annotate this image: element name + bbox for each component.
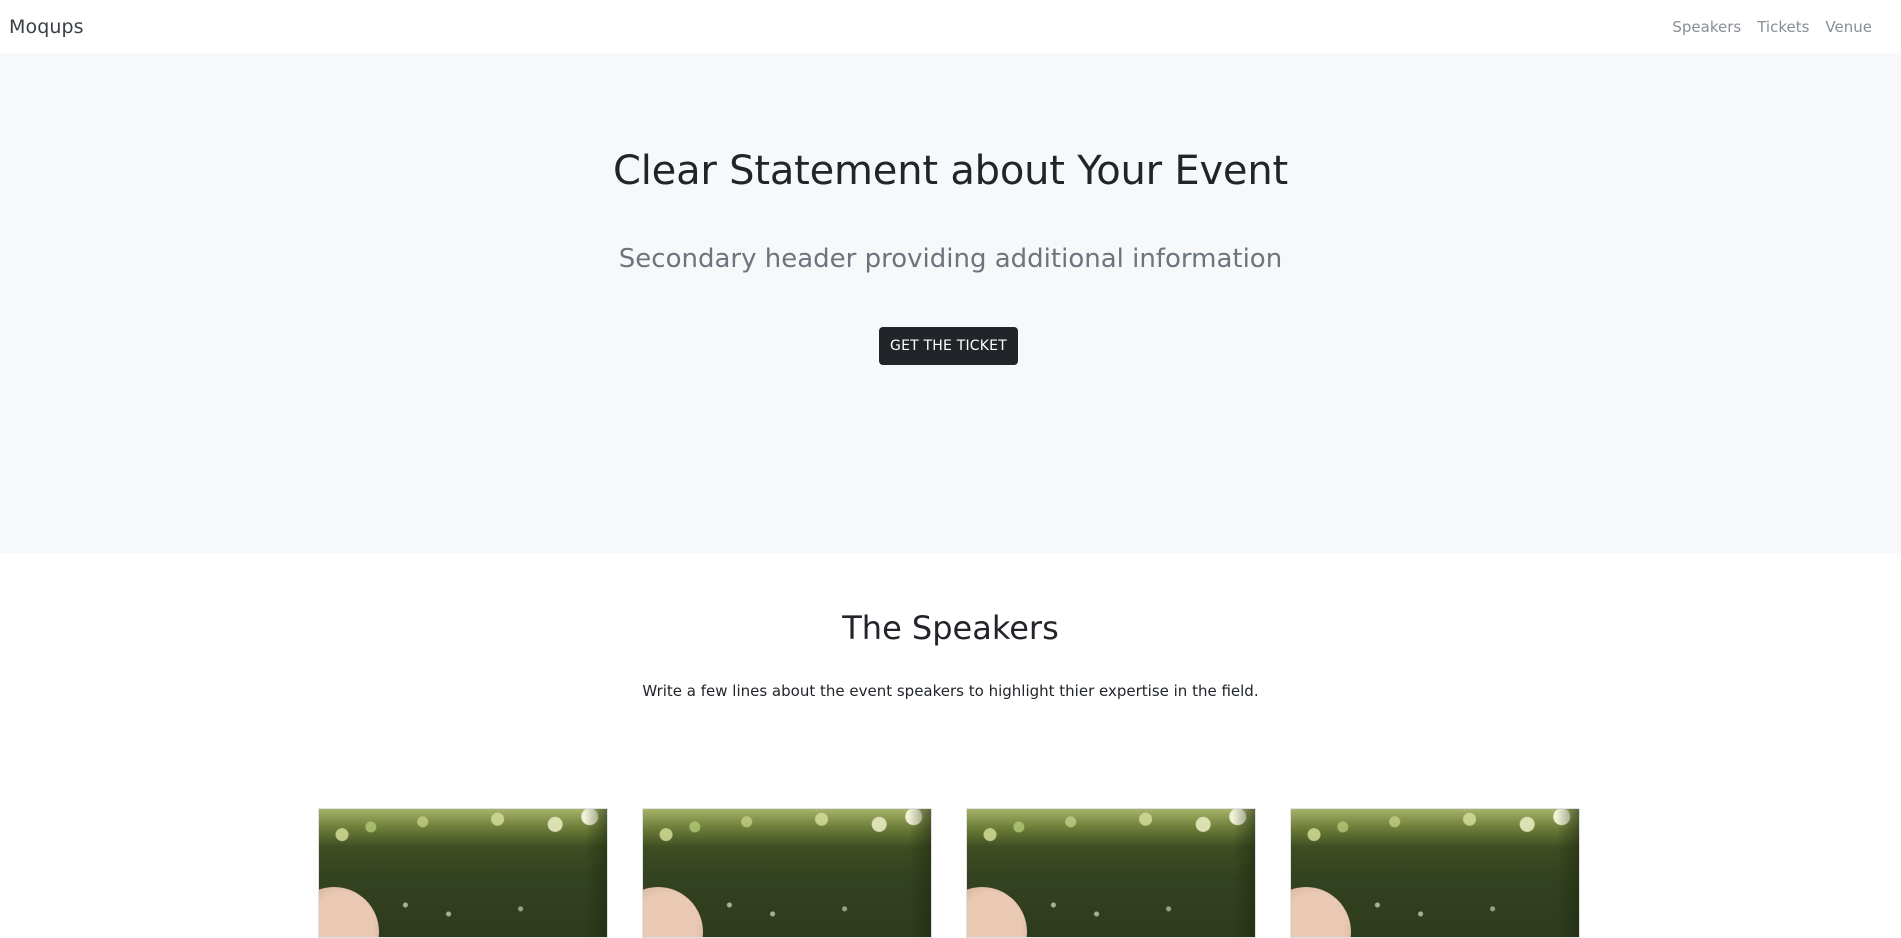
nav-link-venue[interactable]: Venue (1817, 18, 1880, 36)
speakers-section: The Speakers Write a few lines about the… (0, 553, 1901, 938)
speakers-title: The Speakers (842, 609, 1059, 647)
brand-logo-link[interactable]: Moqups (9, 16, 84, 38)
speaker-photo-shade (1557, 809, 1579, 937)
speaker-card[interactable] (1290, 808, 1580, 938)
nav-link-tickets[interactable]: Tickets (1749, 18, 1817, 36)
get-ticket-button[interactable]: GET THE TICKET (879, 327, 1018, 365)
speaker-photo-shade (585, 809, 607, 937)
speaker-card[interactable] (642, 808, 932, 938)
speakers-description: Write a few lines about the event speake… (642, 682, 1259, 700)
hero-section: Clear Statement about Your Event Seconda… (0, 53, 1901, 553)
speaker-card[interactable] (966, 808, 1256, 938)
speaker-photo-shade (1233, 809, 1255, 937)
nav-link-speakers[interactable]: Speakers (1664, 18, 1749, 36)
hero-title: Clear Statement about Your Event (613, 148, 1288, 194)
hero-subtitle: Secondary header providing additional in… (618, 244, 1283, 274)
speaker-card[interactable] (318, 808, 608, 938)
speaker-cards (318, 808, 1582, 938)
top-navbar: Moqups Speakers Tickets Venue (0, 0, 1901, 53)
nav-links: Speakers Tickets Venue (1664, 18, 1880, 36)
speaker-photo-shade (909, 809, 931, 937)
